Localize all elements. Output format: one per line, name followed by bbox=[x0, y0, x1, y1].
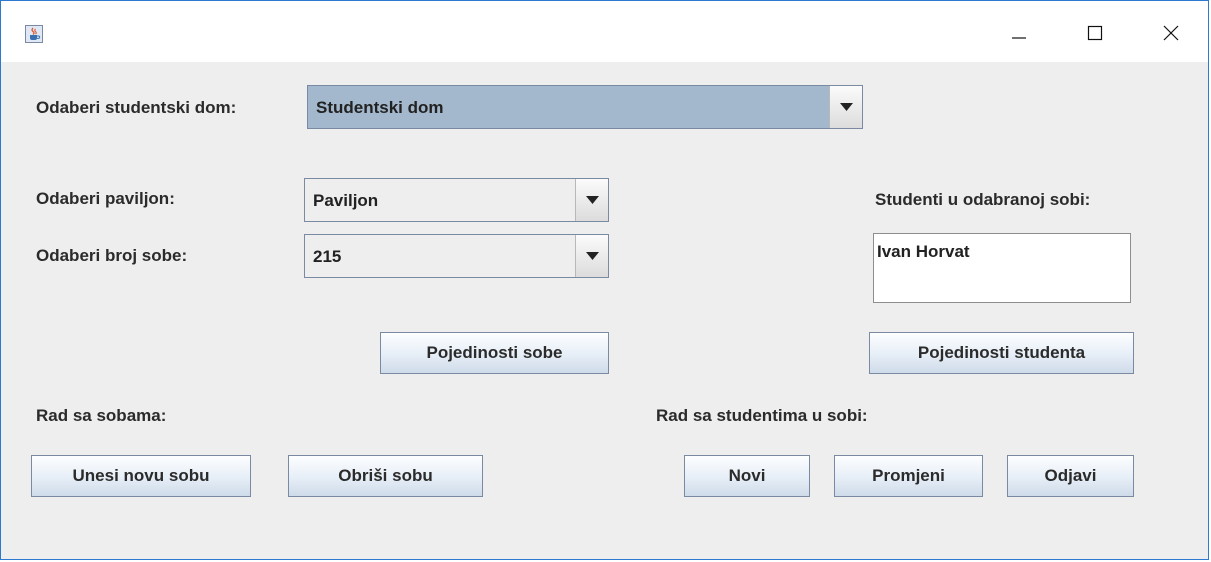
dorm-dropdown-button[interactable] bbox=[829, 86, 862, 128]
room-selected-value: 215 bbox=[313, 247, 342, 266]
room-combobox[interactable]: 215 bbox=[304, 234, 609, 278]
new-room-button[interactable]: Unesi novu sobu bbox=[31, 455, 251, 497]
rooms-section-label: Rad sa sobama: bbox=[36, 406, 167, 425]
checkout-student-button[interactable]: Odjavi bbox=[1007, 455, 1134, 497]
dorm-combobox[interactable]: Studentski dom bbox=[307, 85, 863, 129]
students-list[interactable]: Ivan Horvat bbox=[873, 233, 1131, 303]
room-details-button[interactable]: Pojedinosti sobe bbox=[380, 332, 609, 374]
pavilion-combobox[interactable]: Paviljon bbox=[304, 178, 609, 222]
dorm-label: Odaberi studentski dom: bbox=[36, 98, 237, 117]
student-details-button[interactable]: Pojedinosti studenta bbox=[869, 332, 1134, 374]
java-cup-icon[interactable] bbox=[25, 25, 43, 43]
change-student-button[interactable]: Promjeni bbox=[834, 455, 983, 497]
new-student-button[interactable]: Novi bbox=[684, 455, 810, 497]
dorm-selected-value: Studentski dom bbox=[316, 98, 444, 117]
application-window: Odaberi studentski dom: Studentski dom O… bbox=[0, 0, 1209, 560]
students-section-label: Rad sa studentima u sobi: bbox=[656, 406, 868, 425]
students-label: Studenti u odabranoj sobi: bbox=[875, 190, 1091, 209]
maximize-button[interactable] bbox=[1073, 13, 1119, 53]
room-dropdown-button[interactable] bbox=[575, 235, 608, 277]
chevron-down-icon bbox=[586, 252, 599, 260]
list-item[interactable]: Ivan Horvat bbox=[877, 242, 970, 262]
minimize-button[interactable] bbox=[997, 13, 1043, 53]
delete-room-button[interactable]: Obriši sobu bbox=[288, 455, 483, 497]
chevron-down-icon bbox=[840, 103, 853, 111]
title-bar[interactable] bbox=[1, 1, 1208, 62]
pavilion-selected-value: Paviljon bbox=[313, 191, 379, 210]
chevron-down-icon bbox=[586, 196, 599, 204]
pavilion-dropdown-button[interactable] bbox=[575, 179, 608, 221]
pavilion-label: Odaberi paviljon: bbox=[36, 189, 175, 208]
room-label: Odaberi broj sobe: bbox=[36, 246, 188, 265]
close-button[interactable] bbox=[1149, 13, 1195, 53]
maximize-icon bbox=[1087, 25, 1103, 41]
minimize-icon bbox=[1012, 37, 1026, 39]
close-icon bbox=[1163, 25, 1179, 41]
